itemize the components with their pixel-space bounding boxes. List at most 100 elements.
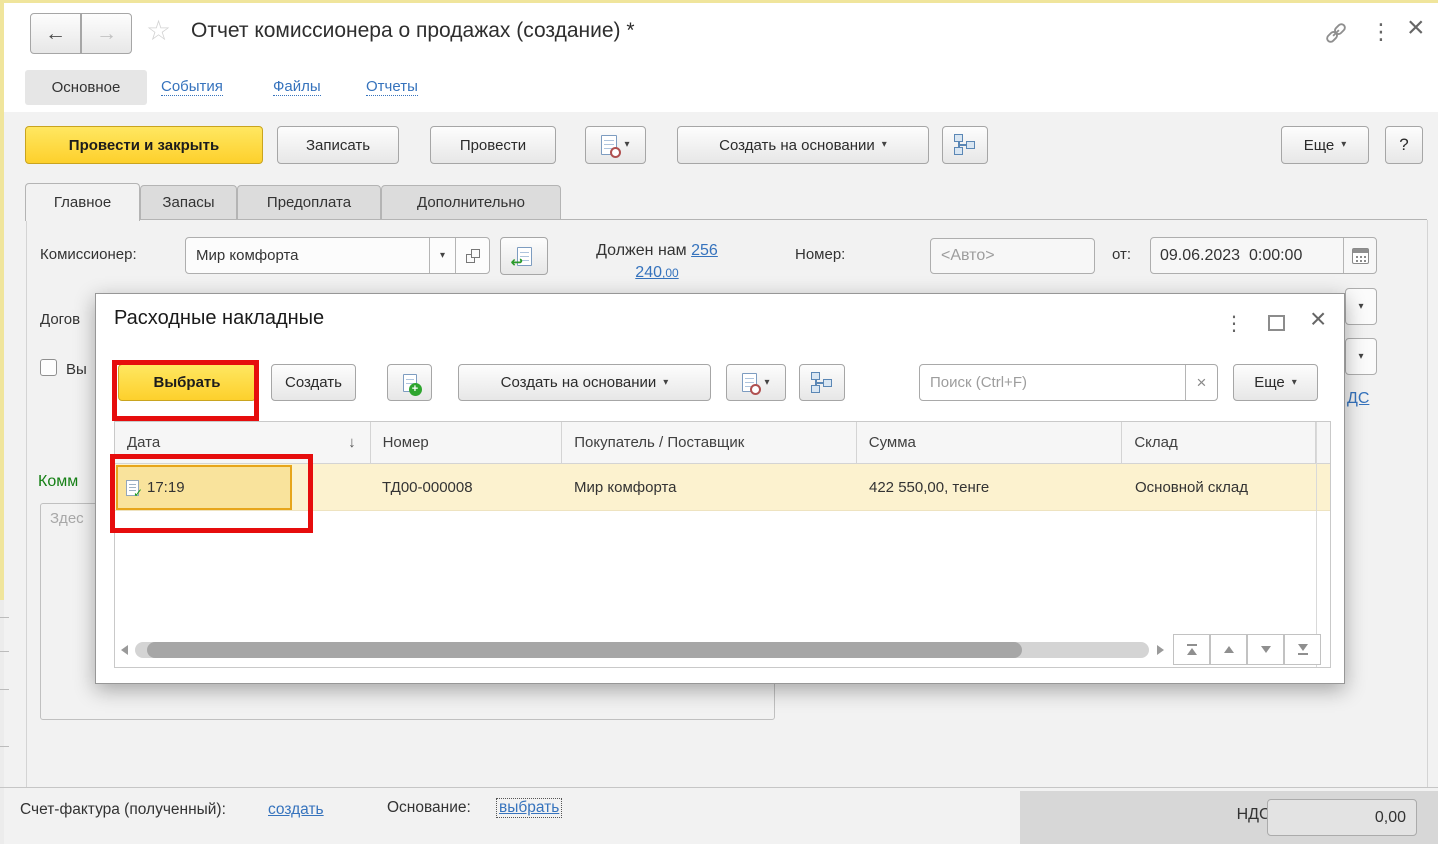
table-right-column-border xyxy=(1316,422,1317,667)
annotation-rect-date-cell xyxy=(110,454,313,533)
tab-additional[interactable]: Дополнительно xyxy=(381,185,561,219)
nav-item-main[interactable]: Основное xyxy=(25,70,147,105)
create-based-on-button[interactable]: Создать на основании ▾ xyxy=(677,126,929,164)
go-next-button[interactable] xyxy=(1247,634,1284,665)
more-label: Еще xyxy=(1304,137,1335,154)
copy-link-icon[interactable] xyxy=(1322,19,1350,47)
document-clock-icon xyxy=(601,135,617,155)
go-last-button[interactable] xyxy=(1284,634,1321,665)
chevron-down-icon: ▾ xyxy=(882,140,887,150)
save-label: Записать xyxy=(306,137,370,154)
dialog-search-field[interactable]: × xyxy=(919,364,1218,401)
dialog-menu-icon[interactable]: ⋮ xyxy=(1224,311,1244,336)
tab-prepayment[interactable]: Предоплата xyxy=(237,185,381,219)
chevron-down-icon: ▾ xyxy=(440,251,445,261)
content-left-border xyxy=(26,220,27,787)
dialog-create-new-icon-button[interactable]: + xyxy=(387,364,432,401)
number-input[interactable] xyxy=(931,239,1094,273)
scroll-right-icon[interactable] xyxy=(1157,645,1164,655)
tabs-bottom-border xyxy=(26,219,1427,220)
accent-top-border xyxy=(0,0,1438,3)
green-undo-arrow-icon: ↩ xyxy=(511,253,524,271)
horizontal-scrollbar-track[interactable] xyxy=(135,642,1149,658)
open-form-icon xyxy=(466,249,480,263)
tab-main[interactable]: Главное xyxy=(25,183,140,221)
document-plus-icon: + xyxy=(403,374,417,392)
column-header-amount[interactable]: Сумма xyxy=(856,422,1122,463)
commissioner-combobox[interactable]: Мир комфорта ▾ xyxy=(185,237,490,274)
dialog-search-input[interactable] xyxy=(920,365,1185,400)
chevron-down-icon: ▾ xyxy=(1358,352,1363,362)
basis-select-link[interactable]: выбрать xyxy=(496,798,562,818)
calendar-icon xyxy=(1352,248,1369,264)
comment-label-clipped: Комм xyxy=(38,473,78,491)
window-close-icon[interactable]: × xyxy=(1407,11,1425,45)
dialog-maximize-icon[interactable] xyxy=(1268,315,1285,331)
left-edge-tick xyxy=(0,746,9,747)
go-first-button[interactable] xyxy=(1173,634,1210,665)
basis-label: Основание: xyxy=(387,799,471,817)
dialog-search-clear-button[interactable]: × xyxy=(1185,365,1217,400)
dialog-related-documents-button[interactable] xyxy=(799,364,845,401)
more-button[interactable]: Еще ▾ xyxy=(1281,126,1369,164)
fill-from-document-button[interactable]: ↩ xyxy=(500,237,548,275)
posting-docs-dropdown-button[interactable]: ▾ xyxy=(585,126,646,164)
document-clock-icon xyxy=(742,373,757,392)
date-field[interactable]: 09.06.2023 0:00:00 xyxy=(1150,237,1377,274)
cell-customer-value: Мир комфорта xyxy=(574,479,677,496)
save-button[interactable]: Записать xyxy=(277,126,399,164)
help-button[interactable]: ? xyxy=(1385,126,1423,164)
post-and-close-button[interactable]: Провести и закрыть xyxy=(25,126,263,164)
cell-warehouse-value: Основной склад xyxy=(1135,479,1248,496)
horizontal-scrollbar-thumb[interactable] xyxy=(147,642,1022,658)
column-header-customer[interactable]: Покупатель / Поставщик xyxy=(561,422,856,463)
dialog-create-based-on-button[interactable]: Создать на основании ▾ xyxy=(458,364,711,401)
invoice-create-link[interactable]: создать xyxy=(268,801,324,819)
nav-item-files[interactable]: Файлы xyxy=(273,78,321,96)
dialog-close-icon[interactable]: × xyxy=(1310,303,1326,335)
left-strip-bottom xyxy=(0,600,4,844)
bar-icon xyxy=(1298,653,1308,655)
dialog-create-button[interactable]: Создать xyxy=(271,364,356,401)
vat-panel: НДС: 0,00 xyxy=(1020,791,1438,844)
dialog-more-label: Еще xyxy=(1254,374,1285,391)
hidden-field-dropdown-stub[interactable]: ▾ xyxy=(1345,288,1377,325)
checkbox-label-clipped: Вы xyxy=(66,361,87,378)
back-button[interactable]: ← xyxy=(30,13,81,54)
cell-customer[interactable]: Мир комфорта xyxy=(562,464,857,510)
cell-number[interactable]: ТД00-000008 xyxy=(370,464,562,510)
dialog-create-label: Создать xyxy=(285,374,342,391)
nav-item-reports[interactable]: Отчеты xyxy=(366,78,418,96)
hidden-field-dropdown-stub[interactable]: ▾ xyxy=(1345,338,1377,375)
column-header-number[interactable]: Номер xyxy=(370,422,562,463)
dialog-more-button[interactable]: Еще ▾ xyxy=(1233,364,1318,401)
commissioner-open-button[interactable] xyxy=(455,238,489,273)
nav-item-events[interactable]: События xyxy=(161,78,223,96)
tab-stock[interactable]: Запасы xyxy=(140,185,237,219)
window-menu-icon[interactable]: ⋮ xyxy=(1370,19,1392,45)
related-documents-button[interactable] xyxy=(942,126,988,164)
document-icon: ↩ xyxy=(517,247,532,266)
number-field[interactable] xyxy=(930,238,1095,274)
checkbox[interactable] xyxy=(40,359,57,376)
column-header-warehouse[interactable]: Склад xyxy=(1121,422,1315,463)
dialog-posting-docs-dropdown-button[interactable]: ▾ xyxy=(726,364,786,401)
commissioner-dropdown-button[interactable]: ▾ xyxy=(429,238,455,273)
go-previous-button[interactable] xyxy=(1210,634,1247,665)
vat-link-clipped[interactable]: ДС xyxy=(1347,390,1369,408)
column-header-label: Покупатель / Поставщик xyxy=(574,434,744,451)
post-button[interactable]: Провести xyxy=(430,126,556,164)
bar-icon xyxy=(1187,644,1197,646)
invoice-label: Счет-фактура (полученный): xyxy=(20,801,226,819)
structure-icon xyxy=(810,372,834,394)
cell-amount[interactable]: 422 550,00, тенге xyxy=(857,464,1123,510)
favorite-star-icon[interactable]: ☆ xyxy=(146,14,171,47)
scroll-left-icon[interactable] xyxy=(121,645,128,655)
forward-button[interactable]: → xyxy=(81,13,132,54)
cell-warehouse[interactable]: Основной склад xyxy=(1123,464,1317,510)
calendar-button[interactable] xyxy=(1343,238,1376,273)
clear-icon: × xyxy=(1197,373,1207,393)
contract-label-clipped: Догов xyxy=(40,311,80,328)
chevron-down-icon: ▾ xyxy=(1341,140,1346,150)
content-right-border xyxy=(1427,220,1428,787)
